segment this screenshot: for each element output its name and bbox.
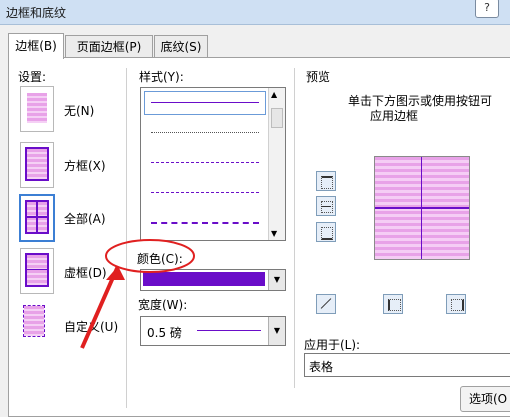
line-dashed[interactable] xyxy=(151,192,259,193)
apply-to-value: 表格 xyxy=(309,360,334,374)
help-button[interactable]: ? xyxy=(475,0,499,18)
diagonal-border-button[interactable] xyxy=(316,294,336,314)
line-dash-dot[interactable] xyxy=(151,222,259,224)
preview-inner-vertical xyxy=(421,157,422,259)
apply-to-heading: 应用于(L): xyxy=(304,338,361,352)
window-title: 边框和底纹 xyxy=(6,6,67,20)
options-button[interactable]: 选项(O xyxy=(460,386,510,412)
preview-diagram[interactable] xyxy=(374,156,470,260)
style-listbox[interactable]: ▲ ▼ xyxy=(140,87,286,241)
chevron-down-icon[interactable]: ▼ xyxy=(268,317,285,345)
setting-all-icon[interactable] xyxy=(19,194,55,242)
setting-all-label[interactable]: 全部(A) xyxy=(64,210,106,227)
preview-hint: 应用边框 xyxy=(370,109,419,123)
tab-shading[interactable]: 底纹(S) xyxy=(154,35,208,58)
setting-grid-icon[interactable] xyxy=(20,248,54,294)
title-bar xyxy=(0,0,510,25)
settings-heading: 设置: xyxy=(18,70,47,84)
style-scrollbar[interactable]: ▲ ▼ xyxy=(268,88,285,240)
scroll-thumb[interactable] xyxy=(271,108,283,128)
left-border-button[interactable] xyxy=(383,294,403,314)
chevron-down-icon[interactable]: ▼ xyxy=(268,270,285,290)
setting-custom-icon[interactable] xyxy=(20,302,52,346)
setting-none-icon[interactable] xyxy=(20,86,54,132)
setting-none-label[interactable]: 无(N) xyxy=(64,102,94,119)
annotation-arrow-icon xyxy=(80,239,195,349)
preview-heading: 预览 xyxy=(306,70,331,84)
scroll-up-icon[interactable]: ▲ xyxy=(271,90,277,99)
line-dotted[interactable] xyxy=(151,132,259,133)
selected-style-item[interactable] xyxy=(144,91,266,115)
width-line xyxy=(197,330,261,331)
style-heading: 样式(Y): xyxy=(139,70,184,84)
setting-box-label[interactable]: 方框(X) xyxy=(64,157,106,174)
top-border-button[interactable] xyxy=(316,171,336,191)
preview-divider xyxy=(294,68,295,388)
right-border-button[interactable] xyxy=(446,294,466,314)
bottom-border-button[interactable] xyxy=(316,222,336,242)
line-solid[interactable] xyxy=(151,102,259,103)
setting-box-icon[interactable] xyxy=(20,142,54,188)
scroll-down-icon[interactable]: ▼ xyxy=(271,229,277,238)
inside-horizontal-button[interactable] xyxy=(316,196,336,216)
line-dash-small[interactable] xyxy=(151,162,259,163)
apply-to-dropdown[interactable]: 表格 xyxy=(304,353,510,377)
tab-borders[interactable]: 边框(B) xyxy=(8,33,64,59)
tab-page-border[interactable]: 页面边框(P) xyxy=(65,35,153,58)
preview-inner-line xyxy=(375,207,469,209)
